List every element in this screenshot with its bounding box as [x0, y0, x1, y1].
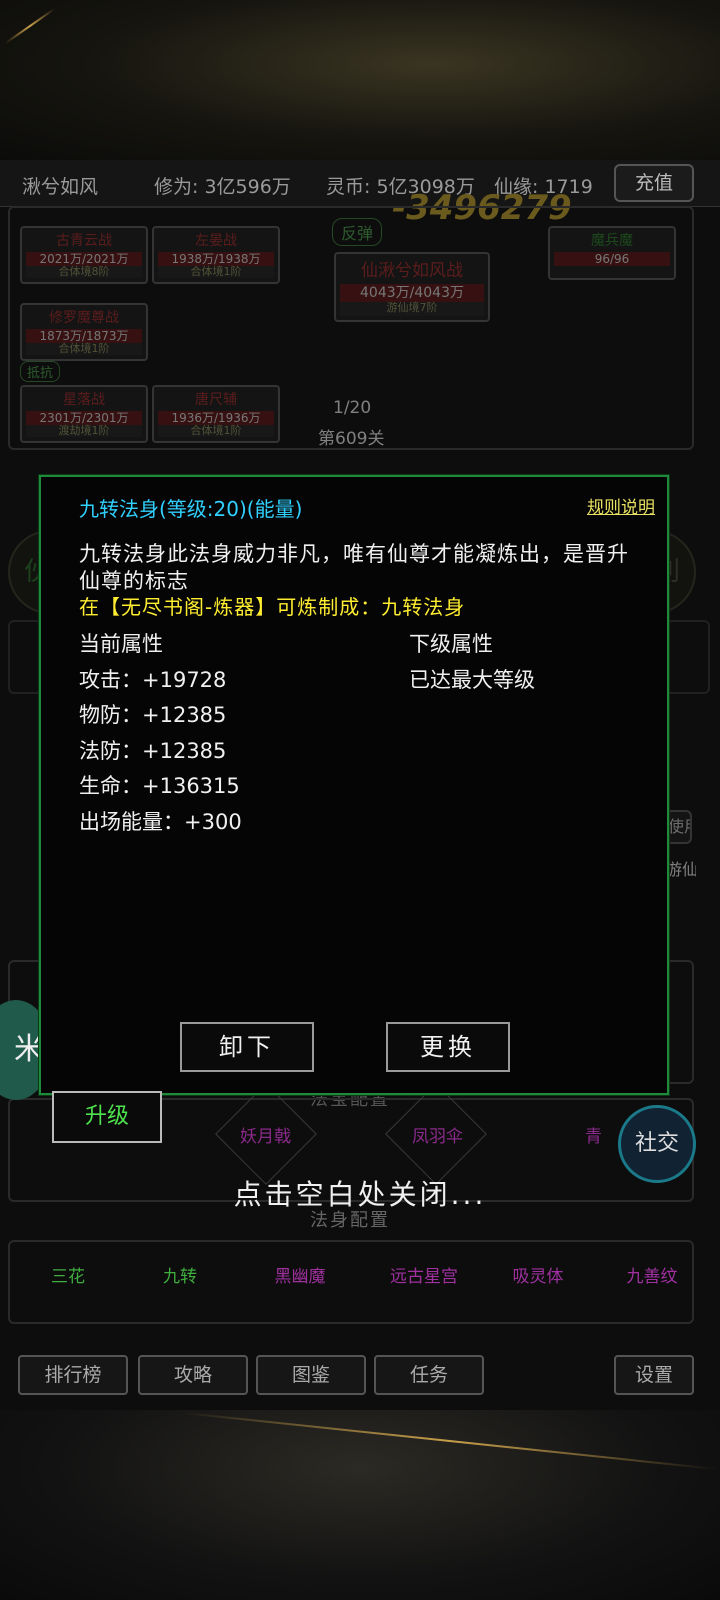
settings-button[interactable]: 设置 — [614, 1355, 694, 1395]
body-slot-jiushanwen[interactable]: 九善纹 — [602, 1262, 702, 1287]
ally-level: 渡劫境1阶 — [26, 425, 142, 437]
ally-level: 合体境8阶 — [26, 266, 142, 278]
ally-level: 合体境1阶 — [158, 425, 274, 437]
ally-card[interactable]: 星落战 2301万/2301万 渡劫境1阶 — [20, 385, 148, 443]
ally-hp: 1873万/1873万 — [26, 329, 142, 343]
dialog-title: 九转法身(等级:20)(能量) — [79, 497, 303, 521]
body-slot-yuanguxinggong[interactable]: 远古星宫 — [374, 1262, 474, 1287]
attr-phys-def: 物防：+12385 — [79, 703, 227, 727]
ally-card[interactable]: 左晏战 1938万/1938万 合体境1阶 — [152, 226, 280, 284]
ally-name: 左晏战 — [195, 233, 237, 249]
ally-hp: 2021万/2021万 — [26, 252, 142, 266]
unequip-button[interactable]: 卸下 — [180, 1022, 314, 1072]
player-hp: 4043万/4043万 — [340, 284, 484, 302]
bottom-background — [0, 1410, 720, 1600]
current-attr-title: 当前属性 — [79, 632, 163, 656]
treasure-name: 凤羽伞 — [412, 1127, 463, 1147]
attr-magic-def: 法防：+12385 — [79, 738, 227, 763]
ally-hp: 1938万/1938万 — [158, 252, 274, 266]
body-slot-jiuzhuan[interactable]: 九转 — [130, 1262, 230, 1287]
ally-card[interactable]: 古青云战 2021万/2021万 合体境8阶 — [20, 226, 148, 284]
player-card[interactable]: 仙湫兮如风战 4043万/4043万 游仙境7阶 — [334, 252, 490, 322]
next-attr-value: 已达最大等级 — [409, 667, 535, 692]
ally-name: 古青云战 — [56, 233, 112, 249]
player-level: 游仙境7阶 — [340, 302, 484, 316]
item-source: 在【无尽书阁-炼器】可炼制成：九转法身 — [79, 595, 466, 619]
next-attr-title: 下级属性 — [409, 632, 493, 656]
ally-level: 合体境1阶 — [26, 343, 142, 355]
resist-tag: 抵抗 — [20, 361, 61, 382]
ally-hp: 1936万/1936万 — [158, 411, 274, 425]
rank-button[interactable]: 排行榜 — [18, 1355, 128, 1395]
social-button[interactable]: 社交 — [618, 1105, 696, 1183]
use-pill-button[interactable]: 使用渡劫丹 — [666, 810, 692, 844]
ally-hp: 2301万/2301万 — [26, 411, 142, 425]
stage-number: 第609关 — [318, 429, 385, 449]
cultivation-value: 修为: 3亿596万 — [154, 176, 291, 198]
ally-card[interactable]: 修罗魔尊战 1873万/1873万 合体境1阶 — [20, 303, 148, 361]
enemy-name: 魔兵魔 — [591, 233, 633, 249]
enemy-hp: 96/96 — [554, 252, 670, 266]
body-slot-xilingti[interactable]: 吸灵体 — [488, 1262, 588, 1287]
attr-life: 生命：+136315 — [79, 774, 240, 798]
replace-button[interactable]: 更换 — [386, 1022, 510, 1072]
left-panel-edge — [8, 620, 42, 694]
current-attrs: 当前属性 攻击：+19728 物防：+12385 法防：+12385 生命：+1… — [79, 627, 242, 840]
reflect-tag: 反弹 — [332, 218, 383, 246]
upgrade-button[interactable]: 升级 — [52, 1091, 162, 1143]
attr-attack: 攻击：+19728 — [79, 667, 227, 692]
enemy-card[interactable]: 魔兵魔 96/96 — [548, 226, 676, 280]
player-name: 湫兮如风 — [22, 176, 99, 198]
treasure-name: 妖月戟 — [240, 1127, 291, 1147]
guide-button[interactable]: 攻略 — [138, 1355, 248, 1395]
next-attrs: 下级属性 已达最大等级 — [409, 627, 535, 698]
attr-energy: 出场能量：+300 — [79, 809, 242, 834]
item-description: 九转法身此法身威力非凡，唯有仙尊才能凝炼出，是晋升仙尊的标志 — [79, 542, 629, 593]
ally-name: 唐尺辅 — [195, 392, 237, 408]
item-detail-dialog: 九转法身(等级:20)(能量) 规则说明 九转法身此法身威力非凡，唯有仙尊才能凝… — [39, 475, 669, 1095]
body-slot-sanhua[interactable]: 三花 — [18, 1262, 118, 1287]
close-hint[interactable]: 点击空白处关闭... — [0, 1173, 720, 1213]
ally-level: 合体境1阶 — [158, 266, 274, 278]
task-button[interactable]: 任务 — [374, 1355, 484, 1395]
ally-name: 修罗魔尊战 — [49, 310, 119, 326]
pill-count: 游仙境渡劫丹：70 — [666, 860, 696, 879]
treasure-name: 青 — [585, 1127, 602, 1147]
resource-bar: 湫兮如风 修为: 3亿596万 灵币: 5亿3098万 仙缘: 1719 充值 — [0, 160, 720, 207]
ally-card[interactable]: 唐尺辅 1936万/1936万 合体境1阶 — [152, 385, 280, 443]
recharge-button[interactable]: 充值 — [614, 164, 694, 202]
rule-link[interactable]: 规则说明 — [587, 493, 655, 518]
top-background — [0, 0, 720, 160]
right-panel-edge — [666, 620, 710, 694]
wave-counter: 1/20 — [333, 398, 372, 418]
ally-name: 星落战 — [63, 392, 105, 408]
body-slot-heiyoumo[interactable]: 黑幽魔 — [250, 1262, 350, 1287]
codex-button[interactable]: 图鉴 — [256, 1355, 366, 1395]
player-name-card: 仙湫兮如风战 — [361, 261, 463, 281]
